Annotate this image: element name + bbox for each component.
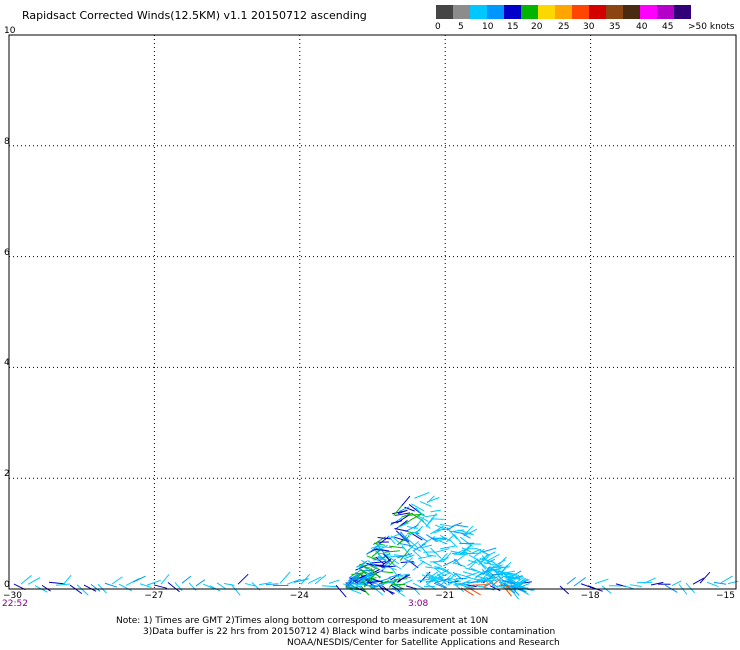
wind-barb — [482, 547, 497, 553]
note-line-3: NOAA/NESDIS/Center for Satellite Applica… — [287, 638, 560, 648]
footnote: Note: 1) Times are GMT 2)Times along bot… — [116, 616, 560, 649]
wind-barb — [594, 578, 609, 585]
x-tick-label: −15 — [716, 591, 735, 601]
wind-barb — [209, 585, 221, 592]
x-tick-label: −27 — [144, 591, 164, 601]
wind-barb — [279, 571, 291, 584]
y-tick-label: 6 — [4, 247, 10, 258]
wind-barb — [104, 582, 118, 588]
wind-barb — [727, 580, 739, 585]
wind-barb — [167, 582, 180, 593]
wind-barb — [382, 571, 394, 574]
wind-barb — [425, 514, 438, 518]
note-line-2: 3)Data buffer is 22 hrs from 20150712 4)… — [143, 627, 556, 637]
grid-lines — [8, 34, 737, 590]
wind-barb — [181, 575, 192, 584]
wind-barb — [111, 576, 123, 585]
wind-barb — [328, 579, 340, 584]
wind-barb — [286, 578, 301, 585]
y-tick-label: 0 — [4, 580, 10, 590]
wind-barb — [377, 537, 391, 540]
wind-barb — [440, 545, 456, 550]
time-label-pass: 3:08 — [408, 599, 429, 609]
wind-barb — [265, 583, 279, 585]
wind-barb — [601, 585, 612, 594]
time-label-start: 22:52 — [2, 599, 28, 609]
wind-barb — [118, 583, 133, 592]
note-line-1: Note: 1) Times are GMT 2)Times along bot… — [116, 616, 489, 626]
wind-barb — [237, 573, 249, 585]
wind-barb — [421, 535, 436, 546]
wind-barb — [335, 584, 347, 598]
wind-barb — [453, 534, 463, 545]
y-tick-label: 10 — [4, 26, 16, 36]
wind-barb — [426, 497, 440, 503]
x-tick-label: −24 — [289, 591, 309, 601]
plot-frame — [8, 34, 737, 590]
wind-barb — [720, 575, 733, 584]
wind-barb — [629, 584, 642, 588]
wind-barb — [566, 577, 576, 585]
wind-barb — [401, 495, 411, 506]
wind-barb — [430, 547, 442, 559]
wind-barb — [321, 585, 338, 588]
wind-barb — [382, 585, 394, 595]
wind-barb — [412, 560, 425, 571]
x-tick-label: −21 — [435, 591, 455, 601]
y-tick-label: 4 — [4, 358, 10, 369]
wind-barb — [713, 581, 727, 585]
wind-barb — [470, 567, 486, 575]
wind-barb — [223, 583, 235, 586]
wind-barb-plot — [8, 34, 739, 600]
wind-barb — [27, 577, 41, 585]
wind-barb — [202, 583, 216, 590]
wind-barb — [559, 585, 570, 595]
wind-barb — [433, 548, 450, 554]
x-tick-label: −18 — [580, 591, 600, 601]
wind-barb — [622, 584, 634, 590]
wind-barb — [62, 574, 72, 586]
wind-barb — [230, 583, 241, 596]
wind-barb — [451, 551, 468, 555]
wind-barb — [431, 518, 444, 520]
wind-barb — [484, 551, 496, 558]
wind-barb — [153, 584, 168, 589]
wind-barb — [417, 578, 431, 582]
wind-barb — [398, 579, 414, 587]
wind-barbs — [13, 492, 739, 600]
y-tick-label: 8 — [4, 136, 10, 147]
wind-barb — [83, 584, 97, 592]
wind-barb — [132, 575, 146, 583]
wind-barb — [471, 584, 487, 586]
wind-barb — [48, 581, 65, 585]
wind-barb — [195, 579, 206, 587]
wind-barb — [699, 571, 711, 584]
wind-barb — [414, 492, 430, 499]
wind-barb — [430, 509, 441, 513]
wind-barb — [370, 561, 386, 564]
wind-barb — [439, 523, 452, 527]
wind-barb — [146, 579, 161, 586]
wind-barb — [495, 559, 506, 566]
wind-barb — [20, 575, 32, 585]
wind-barb — [371, 557, 386, 559]
wind-barb — [419, 500, 432, 507]
y-tick-label: 2 — [4, 469, 10, 480]
wind-barb — [466, 576, 481, 582]
